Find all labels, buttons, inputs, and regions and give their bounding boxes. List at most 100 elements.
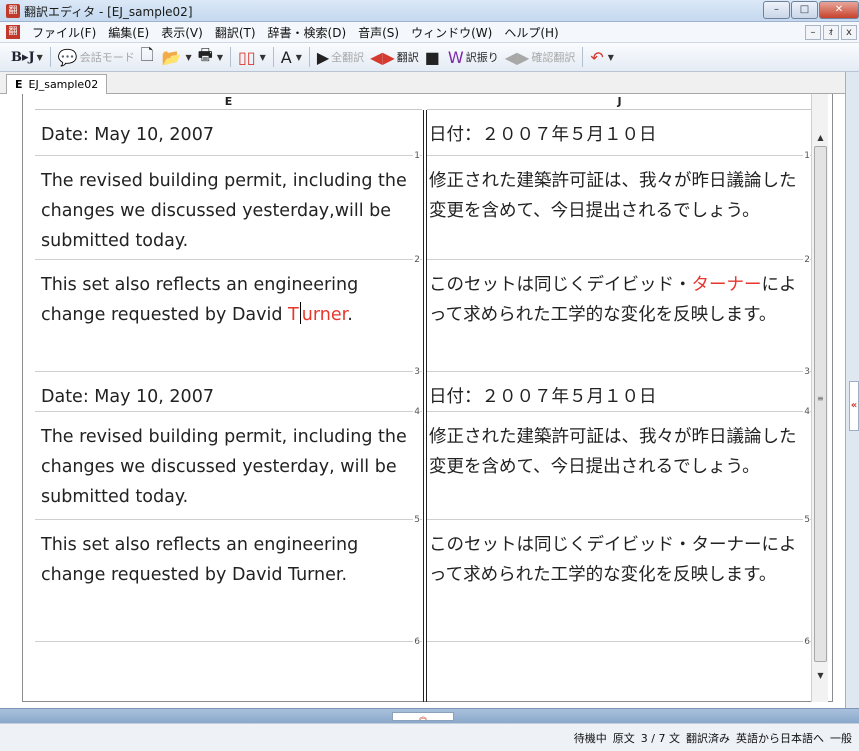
scroll-up-icon[interactable]: ▲ bbox=[812, 130, 829, 146]
toolbar-separator bbox=[308, 47, 310, 67]
vertical-scrollbar[interactable]: ▲ ≡ ▼ bbox=[811, 94, 828, 702]
source-segment[interactable]: The revised building permit, including t… bbox=[35, 412, 422, 525]
source-column-header: E bbox=[35, 94, 422, 110]
reassign-icon: W bbox=[447, 47, 464, 67]
menu-translate[interactable]: 翻訳(T) bbox=[209, 24, 262, 41]
target-text: このセットは同じくデイビッド・ターナーによって求められた工学的な変化を反映します… bbox=[429, 270, 809, 330]
open-button[interactable]: 📂 ▼ bbox=[159, 46, 195, 69]
maximize-button[interactable]: □ bbox=[791, 1, 818, 19]
folder-open-icon: 📂 bbox=[161, 47, 182, 67]
confirm-translate-label: 確認翻訳 bbox=[531, 51, 576, 64]
confirm-translate-button[interactable]: ◀▶ 確認翻訳 bbox=[502, 46, 579, 69]
status-direction: 英語から日本語へ bbox=[736, 732, 824, 745]
toolbar-separator bbox=[229, 47, 231, 67]
mdi-close-button[interactable]: x bbox=[841, 25, 857, 40]
direction-button[interactable]: B▸J ▼ bbox=[8, 46, 46, 69]
text-cursor bbox=[299, 302, 301, 324]
font-button[interactable]: A ▼ bbox=[278, 46, 305, 69]
conversation-mode-button[interactable]: 💬 会話モード bbox=[55, 46, 138, 69]
layout-button[interactable]: ▯▯ ▼ bbox=[235, 46, 269, 69]
menu-bar: 翻 ファイル(F) 編集(E) 表示(V) 翻訳(T) 辞書・検索(D) 音声(… bbox=[0, 22, 859, 43]
translate-all-label: 全翻訳 bbox=[331, 51, 365, 64]
source-segment[interactable]: This set also reflects an engineering ch… bbox=[35, 520, 422, 647]
mdi-restore-button[interactable]: ｫ bbox=[823, 25, 839, 40]
toolbar-separator bbox=[582, 47, 584, 67]
tab-prefix: E bbox=[15, 78, 23, 91]
source-segment-active[interactable]: This set also reflects an engineering ch… bbox=[35, 260, 422, 377]
menu-window[interactable]: ウィンドウ(W) bbox=[405, 24, 498, 41]
scroll-down-icon[interactable]: ▼ bbox=[812, 668, 829, 684]
target-segment[interactable]: 日付：２００７年５月１０日 4 bbox=[427, 372, 812, 417]
document-icon[interactable]: 翻 bbox=[6, 25, 20, 39]
target-segment-active[interactable]: このセットは同じくデイビッド・ターナーによって求められた工学的な変化を反映します… bbox=[427, 260, 812, 377]
target-text: 日付：２００７年５月１０日 bbox=[429, 125, 657, 145]
source-segment[interactable]: Date: May 10, 2007 4 bbox=[35, 372, 422, 417]
segment-number: 6 bbox=[413, 637, 420, 647]
target-segment[interactable]: このセットは同じくデイビッド・ターナーによって求められた工学的な変化を反映します… bbox=[427, 520, 812, 647]
printer-icon: 🖶 bbox=[197, 44, 213, 64]
menu-dictionary[interactable]: 辞書・検索(D) bbox=[262, 24, 353, 41]
reassign-label: 訳振り bbox=[465, 51, 499, 64]
translate-all-button[interactable]: ▶ 全翻訳 bbox=[314, 46, 367, 69]
status-state: 待機中 bbox=[573, 732, 607, 745]
columns-icon: ▯▯ bbox=[237, 47, 256, 67]
window-controls: – □ ✕ bbox=[762, 1, 859, 20]
chevron-down-icon: ▼ bbox=[36, 52, 43, 62]
source-text: Date: May 10, 2007 bbox=[41, 387, 214, 407]
stop-icon: ■ bbox=[424, 47, 440, 67]
mdi-controls: – ｫ x bbox=[803, 25, 857, 40]
expand-up-icon[interactable]: ︽ bbox=[392, 712, 454, 721]
play-icon: ▶ bbox=[316, 47, 330, 67]
direction-label: B▸J bbox=[11, 49, 35, 65]
menu-edit[interactable]: 編集(E) bbox=[102, 24, 155, 41]
target-text: このセットは同じくデイビッド・ターナーによって求められた工学的な変化を反映します… bbox=[429, 535, 797, 585]
menu-view[interactable]: 表示(V) bbox=[155, 24, 209, 41]
toolbar: B▸J ▼ 💬 会話モード 🗋 📂 ▼ 🖶 ▼ ▯▯ ▼ A ▼ ▶ 全翻訳 ◀… bbox=[0, 43, 859, 72]
chevron-down-icon: ▼ bbox=[216, 52, 223, 62]
toolbar-separator bbox=[272, 47, 274, 67]
menu-audio[interactable]: 音声(S) bbox=[352, 24, 405, 41]
source-text: This set also reflects an engineering ch… bbox=[41, 270, 421, 330]
segment-number: 6 bbox=[803, 637, 810, 647]
highlighted-term: urner bbox=[301, 305, 348, 325]
new-document-button[interactable]: 🗋 bbox=[138, 44, 159, 69]
menu-file[interactable]: ファイル(F) bbox=[26, 24, 102, 41]
close-button[interactable]: ✕ bbox=[819, 1, 859, 19]
source-segment[interactable]: The revised building permit, including t… bbox=[35, 156, 422, 265]
source-text-tail: . bbox=[347, 305, 353, 325]
tab-ej-sample02[interactable]: E EJ_sample02 bbox=[6, 74, 108, 94]
reassign-button[interactable]: W 訳振り bbox=[445, 46, 502, 69]
chevron-down-icon: ▼ bbox=[259, 52, 266, 62]
target-segment[interactable]: 修正された建築許可証は、我々が昨日議論した変更を含めて、今日提出されるでしょう。… bbox=[427, 412, 812, 525]
menu-help[interactable]: ヘルプ(H) bbox=[498, 24, 564, 41]
print-button[interactable]: 🖶 ▼ bbox=[195, 44, 226, 69]
highlighted-term: T bbox=[288, 305, 299, 325]
pane-splitter[interactable]: ︽ bbox=[0, 708, 859, 723]
window-title: 翻訳エディタ - [EJ_sample02] bbox=[24, 5, 193, 19]
font-icon: A bbox=[280, 47, 292, 67]
chevron-down-icon: ▼ bbox=[185, 52, 192, 62]
translate-label: 翻訳 bbox=[396, 51, 419, 64]
undo-icon: ↶ bbox=[590, 47, 604, 67]
scrollbar-thumb[interactable]: ≡ bbox=[814, 146, 827, 662]
target-column-header: J bbox=[427, 94, 812, 110]
source-segment[interactable]: Date: May 10, 2007 1 bbox=[35, 110, 422, 161]
document-tab-strip: E EJ_sample02 bbox=[0, 72, 845, 94]
target-segment[interactable]: 修正された建築許可証は、我々が昨日議論した変更を含めて、今日提出されるでしょう。… bbox=[427, 156, 812, 265]
grip-icon: ≡ bbox=[817, 394, 824, 403]
translation-editor: E J Date: May 10, 2007 1 The revised bui… bbox=[22, 94, 833, 702]
chevron-down-icon: ▼ bbox=[607, 52, 614, 62]
target-text: 日付：２００７年５月１０日 bbox=[429, 387, 657, 407]
status-bar: 待機中 原文 3 / 7 文 翻訳済み 英語から日本語へ 一般 bbox=[0, 723, 859, 751]
target-text: 修正された建築許可証は、我々が昨日議論した変更を含めて、今日提出されるでしょう。 bbox=[429, 427, 797, 477]
stop-button[interactable]: ■ bbox=[422, 46, 445, 69]
minimize-button[interactable]: – bbox=[763, 1, 790, 19]
mdi-minimize-button[interactable]: – bbox=[805, 25, 821, 40]
undo-button[interactable]: ↶ ▼ bbox=[587, 46, 617, 69]
expand-panel-icon[interactable]: « bbox=[849, 381, 859, 431]
tab-label: EJ_sample02 bbox=[28, 78, 99, 91]
translate-button[interactable]: ◀▶ 翻訳 bbox=[367, 46, 422, 69]
target-segment[interactable]: 日付：２００７年５月１０日 1 bbox=[427, 110, 812, 161]
new-file-icon: 🗋 bbox=[140, 44, 154, 64]
speech-bubble-icon: 💬 bbox=[57, 47, 78, 67]
